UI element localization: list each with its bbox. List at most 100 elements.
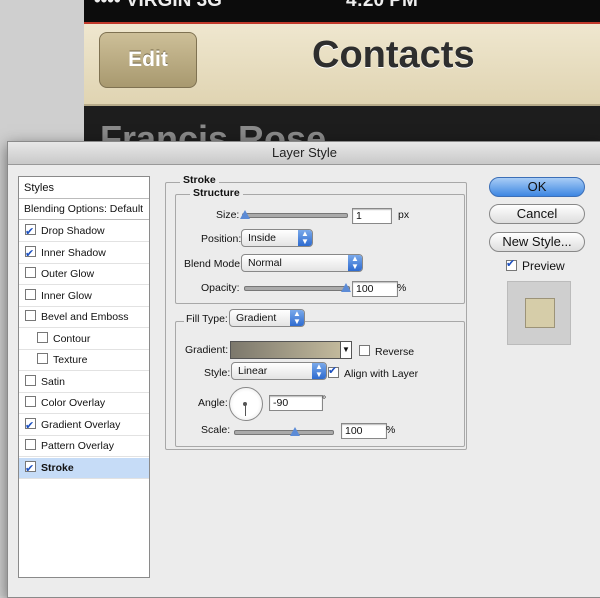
checkbox-satin[interactable]	[25, 374, 36, 386]
style-item-texture[interactable]: Texture	[19, 350, 149, 371]
size-label: Size:	[216, 209, 240, 221]
style-item-stroke[interactable]: Stroke	[19, 457, 149, 479]
style-item-label: Stroke	[41, 461, 74, 474]
style-item-label: Inner Shadow	[41, 246, 106, 259]
style-item-inner-glow[interactable]: Inner Glow	[19, 286, 149, 307]
checkbox-contour[interactable]	[37, 331, 48, 343]
style-item-gradient-overlay[interactable]: Gradient Overlay	[19, 415, 149, 436]
checkbox-pattern-overlay[interactable]	[25, 439, 36, 450]
preview-label: Preview	[522, 259, 565, 273]
style-item-color-overlay[interactable]: Color Overlay	[19, 393, 149, 414]
status-time: 4:20 PM	[346, 0, 418, 11]
popup-arrows-icon: ▲ ▼	[298, 230, 312, 246]
blend-mode-value: Normal	[248, 257, 282, 269]
style-item-label: Texture	[53, 354, 88, 366]
opacity-slider[interactable]	[244, 286, 350, 291]
checkbox-outer-glow[interactable]	[25, 267, 36, 278]
gradient-label: Gradient:	[185, 344, 229, 356]
style-item-pattern-overlay[interactable]: Pattern Overlay	[19, 436, 149, 457]
style-item-satin[interactable]: Satin	[19, 372, 149, 393]
size-unit: px	[398, 209, 410, 221]
angle-unit: °	[322, 394, 327, 406]
style-item-label: Contour	[53, 332, 91, 345]
fill-type-label: Fill Type:	[184, 313, 230, 325]
scale-slider-knob[interactable]	[290, 427, 300, 436]
style-item-contour[interactable]: Contour	[19, 329, 149, 350]
style-item-drop-shadow[interactable]: Drop Shadow	[19, 221, 149, 242]
align-with-layer-option[interactable]: Align with Layer	[328, 364, 419, 380]
style-item-label: Gradient Overlay	[41, 418, 121, 431]
checkbox-drop-shadow[interactable]	[25, 221, 36, 242]
scale-slider[interactable]	[234, 430, 334, 435]
opacity-slider-knob[interactable]	[341, 283, 351, 292]
style-item-bevel-emboss[interactable]: Bevel and Emboss	[19, 307, 149, 328]
position-value: Inside	[248, 232, 277, 244]
scale-label: Scale:	[201, 424, 231, 436]
gradient-style-value: Linear	[238, 365, 268, 377]
blending-options-item[interactable]: Blending Options: Default	[19, 199, 149, 220]
blend-mode-select[interactable]: Normal ▲ ▼	[241, 254, 363, 272]
reverse-option[interactable]: Reverse	[359, 345, 414, 358]
ok-button[interactable]: OK	[489, 177, 585, 197]
style-item-label: Satin	[41, 375, 65, 388]
opacity-input[interactable]: 100	[352, 281, 398, 297]
popup-arrows-icon: ▲ ▼	[290, 310, 304, 326]
scale-input[interactable]: 100	[341, 423, 387, 439]
fill-type-value: Gradient	[236, 312, 277, 324]
style-item-label: Color Overlay	[41, 397, 106, 409]
style-item-label: Outer Glow	[41, 268, 95, 280]
cancel-button[interactable]: Cancel	[489, 204, 585, 224]
checkbox-inner-glow[interactable]	[25, 288, 36, 300]
blend-mode-label: Blend Mode:	[184, 258, 243, 270]
angle-label: Angle:	[198, 397, 228, 409]
checkbox-inner-shadow[interactable]	[25, 243, 36, 264]
align-with-layer-checkbox[interactable]	[328, 364, 339, 378]
angle-dial[interactable]	[229, 387, 263, 421]
checkbox-gradient-overlay[interactable]	[25, 415, 36, 436]
checkbox-texture[interactable]	[37, 353, 48, 364]
styles-list: Styles Blending Options: Default Drop Sh…	[18, 176, 150, 578]
carrier-signal: •••• VIRGIN 3G	[94, 0, 222, 11]
style-label: Style:	[204, 367, 231, 379]
position-select[interactable]: Inside ▲ ▼	[241, 229, 313, 247]
opacity-unit: %	[397, 282, 407, 294]
gradient-swatch[interactable]	[230, 341, 341, 359]
size-slider-knob[interactable]	[240, 210, 250, 219]
style-item-label: Drop Shadow	[41, 225, 105, 237]
angle-input[interactable]: -90	[269, 395, 323, 411]
stroke-section-title: Stroke	[180, 174, 219, 186]
nav-title: Contacts	[312, 34, 475, 76]
size-input[interactable]: 1	[352, 208, 392, 224]
position-label: Position:	[201, 233, 242, 245]
gradient-style-select[interactable]: Linear ▲ ▼	[231, 362, 327, 380]
dialog-titlebar: Layer Style	[8, 142, 600, 165]
reverse-checkbox[interactable]	[359, 345, 370, 356]
popup-arrows-icon: ▲ ▼	[348, 255, 362, 271]
preview-checkbox[interactable]	[506, 257, 517, 271]
style-item-inner-shadow[interactable]: Inner Shadow	[19, 243, 149, 264]
style-item-label: Pattern Overlay	[41, 440, 114, 452]
popup-arrows-icon: ▲ ▼	[312, 363, 326, 379]
scale-unit: %	[386, 424, 396, 436]
style-item-label: Inner Glow	[41, 289, 92, 302]
preview-box	[507, 281, 571, 345]
preview-option[interactable]: Preview	[506, 257, 565, 273]
align-with-layer-label: Align with Layer	[344, 368, 419, 380]
structure-title: Structure	[190, 187, 243, 199]
gradient-dropdown-icon[interactable]: ▼	[340, 341, 352, 359]
edit-button[interactable]: Edit	[99, 32, 197, 88]
checkbox-bevel-emboss[interactable]	[25, 310, 36, 321]
checkbox-stroke[interactable]	[25, 458, 36, 479]
reverse-label: Reverse	[375, 346, 415, 358]
checkbox-color-overlay[interactable]	[25, 396, 36, 407]
fill-type-select[interactable]: Gradient ▲ ▼	[229, 309, 305, 327]
new-style-button[interactable]: New Style...	[489, 232, 585, 252]
status-bar: •••• VIRGIN 3G 4:20 PM	[84, 0, 600, 22]
preview-swatch	[525, 298, 555, 328]
opacity-label: Opacity:	[201, 282, 240, 294]
layer-style-dialog: Layer Style Styles Blending Options: Def…	[7, 141, 600, 598]
style-item-label: Bevel and Emboss	[41, 311, 129, 323]
style-item-outer-glow[interactable]: Outer Glow	[19, 264, 149, 285]
styles-header[interactable]: Styles	[19, 177, 149, 199]
size-slider[interactable]	[242, 213, 348, 218]
